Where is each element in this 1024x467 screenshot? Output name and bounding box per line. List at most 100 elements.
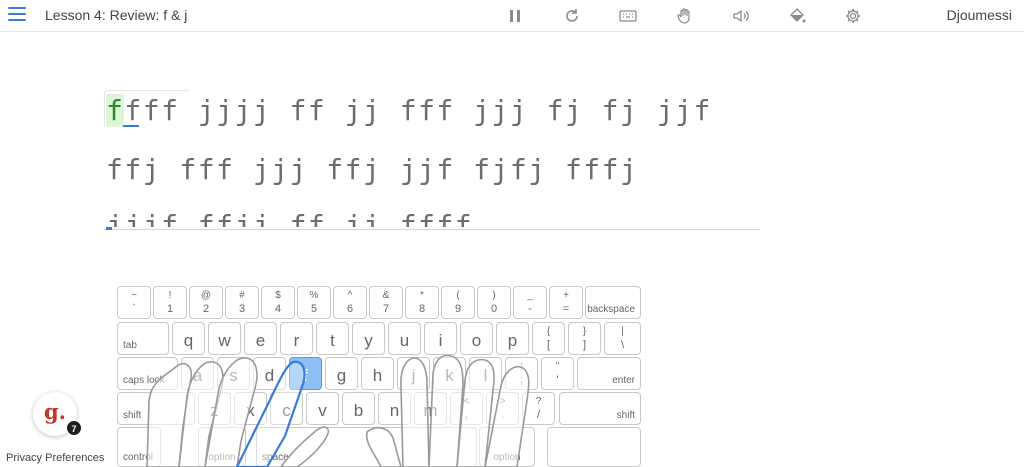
key-quote[interactable]: " ' xyxy=(541,357,574,390)
key-n[interactable]: n xyxy=(378,392,411,425)
key-label: enter xyxy=(612,375,635,386)
key-bottom-label: - xyxy=(528,303,532,315)
key-label: a xyxy=(192,366,203,385)
key-9[interactable]: (9 xyxy=(441,286,475,319)
keyboard-icon[interactable] xyxy=(618,6,638,26)
key-top-label: " xyxy=(555,361,560,372)
key-open-bracket[interactable]: {[ xyxy=(532,322,565,355)
key-comma[interactable]: <, xyxy=(450,392,483,425)
restart-icon[interactable] xyxy=(562,6,582,26)
grammarly-badge[interactable]: g. 7 xyxy=(33,392,82,436)
key-label: e xyxy=(255,331,266,350)
key-equals[interactable]: + = xyxy=(549,286,583,319)
key-3[interactable]: #3 xyxy=(225,286,259,319)
key-w[interactable]: w xyxy=(208,322,241,355)
text-line-1-rest: fff jjjj ff jj fff jjj fj fj jjf xyxy=(124,94,712,127)
key-control[interactable]: control xyxy=(117,427,161,467)
key-label: caps lock xyxy=(123,375,165,386)
key-bottom-label: . xyxy=(500,409,505,421)
key-e[interactable]: e xyxy=(244,322,277,355)
privacy-preferences-link[interactable]: Privacy Preferences xyxy=(6,452,104,464)
key-label: k xyxy=(445,366,454,385)
key-4[interactable]: $4 xyxy=(261,286,295,319)
key-slash[interactable]: ? / xyxy=(522,392,555,425)
key-space[interactable]: space xyxy=(256,427,477,467)
key-top-label: } xyxy=(582,326,587,337)
key-c[interactable]: c xyxy=(270,392,303,425)
key-label: p xyxy=(507,331,518,350)
key-2[interactable]: @2 xyxy=(189,286,223,319)
key-p[interactable]: p xyxy=(496,322,529,355)
key-top-label: | xyxy=(621,326,624,337)
key-label: b xyxy=(353,401,364,420)
key-o[interactable]: o xyxy=(460,322,493,355)
key-l[interactable]: l xyxy=(469,357,502,390)
key-x[interactable]: x xyxy=(234,392,267,425)
volume-icon[interactable] xyxy=(731,6,751,26)
key-z[interactable]: z xyxy=(198,392,231,425)
key-backspace[interactable]: backspace xyxy=(585,286,641,319)
key-bottom-label: 9 xyxy=(454,303,462,315)
gear-icon[interactable] xyxy=(843,6,863,26)
key-v[interactable]: v xyxy=(306,392,339,425)
key-top-label: # xyxy=(239,290,245,301)
key-y[interactable]: y xyxy=(352,322,385,355)
key-top-label: ? xyxy=(535,396,542,407)
paint-bucket-icon[interactable] xyxy=(787,6,807,26)
key-g[interactable]: g xyxy=(325,357,358,390)
key-f[interactable]: f xyxy=(289,357,322,390)
key-b[interactable]: b xyxy=(342,392,375,425)
key-blank-right[interactable] xyxy=(547,427,641,467)
key-shift-left[interactable]: shift xyxy=(117,392,195,425)
key-top-label: & xyxy=(382,290,390,301)
key-d[interactable]: d xyxy=(253,357,286,390)
key-top-label: + xyxy=(563,290,569,301)
key-label: backspace xyxy=(587,304,635,315)
key-semicolon[interactable]: :; xyxy=(505,357,538,390)
key-backtick[interactable]: ~ ` xyxy=(117,286,151,319)
key-bottom-label: 2 xyxy=(202,303,210,315)
key-j[interactable]: j xyxy=(397,357,430,390)
key-shift-right[interactable]: shift xyxy=(559,392,641,425)
key-bottom-label: 4 xyxy=(274,303,282,315)
key-option-left[interactable]: option xyxy=(198,427,246,467)
key-close-bracket[interactable]: }] xyxy=(568,322,601,355)
key-q[interactable]: q xyxy=(172,322,205,355)
key-period[interactable]: >. xyxy=(486,392,519,425)
hand-icon[interactable] xyxy=(675,6,695,26)
key-top-label: % xyxy=(309,290,319,301)
text-line-1: ffff jjjj ff jj fff jjj fj fj jjf xyxy=(106,94,712,127)
key-enter[interactable]: enter xyxy=(577,357,641,390)
current-character: f xyxy=(106,94,125,127)
key-label: control xyxy=(123,452,154,463)
key-bottom-label: ; xyxy=(519,374,524,386)
key-option-right[interactable]: option xyxy=(479,427,535,467)
key-bottom-label: = xyxy=(562,303,570,315)
key-7[interactable]: & 7 xyxy=(369,286,403,319)
key-a[interactable]: a xyxy=(181,357,214,390)
key-5[interactable]: % 5 xyxy=(297,286,331,319)
key-8[interactable]: * 8 xyxy=(405,286,439,319)
key-u[interactable]: u xyxy=(388,322,421,355)
key-m[interactable]: m xyxy=(414,392,447,425)
menu-icon[interactable] xyxy=(8,7,26,23)
key-r[interactable]: r xyxy=(280,322,313,355)
key-6[interactable]: ^ 6 xyxy=(333,286,367,319)
key-i[interactable]: i xyxy=(424,322,457,355)
key-h[interactable]: h xyxy=(361,357,394,390)
key-minus[interactable]: _ - xyxy=(513,286,547,319)
key-caps-lock[interactable]: caps lock xyxy=(117,357,178,390)
key-top-label: * xyxy=(420,290,424,301)
key-0[interactable]: ) 0 xyxy=(477,286,511,319)
virtual-keyboard: ~ ` ! 1 @2 #3 $4 % 5 ^ 6 & 7 * 8 (9 ) 0 _ - + = b… xyxy=(117,286,642,467)
key-s[interactable]: s xyxy=(217,357,250,390)
typing-text-area[interactable]: ffff jjjj ff jj fff jjj fj fj jjf ffj ff… xyxy=(0,32,1024,232)
username[interactable]: Djoumessi xyxy=(947,7,1012,23)
key-k[interactable]: k xyxy=(433,357,466,390)
key-1[interactable]: ! 1 xyxy=(153,286,187,319)
key-top-label: < xyxy=(463,396,470,407)
pause-icon[interactable] xyxy=(505,6,525,26)
key-backslash[interactable]: | \ xyxy=(604,322,641,355)
key-t[interactable]: t xyxy=(316,322,349,355)
key-tab[interactable]: tab xyxy=(117,322,169,355)
